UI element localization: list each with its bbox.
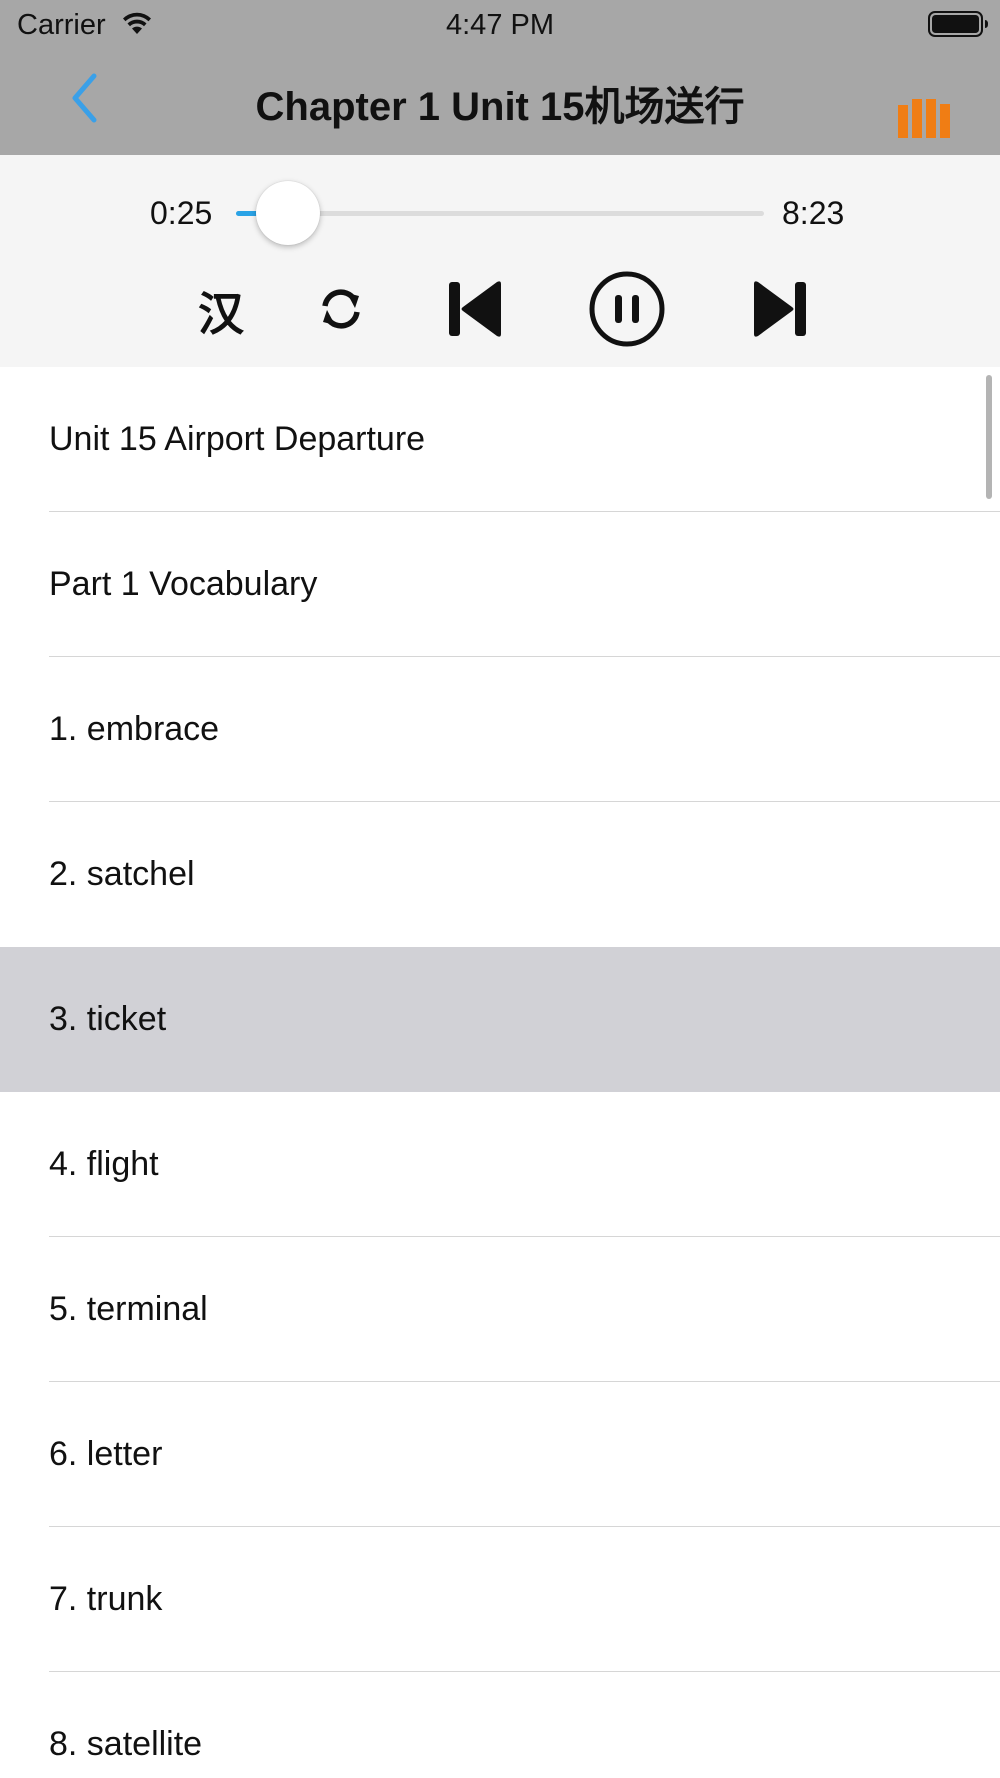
list-item-label: 2. satchel (49, 854, 195, 893)
current-time-label: 0:25 (150, 195, 213, 231)
playlist-button[interactable] (895, 88, 955, 138)
pause-icon (587, 269, 667, 354)
list-item[interactable]: 4. flight (0, 1092, 1000, 1237)
list-item-label: 4. flight (49, 1144, 159, 1183)
audio-player: 0:25 8:23 汉 (0, 155, 1000, 367)
repeat-icon (319, 287, 363, 336)
list-item[interactable]: 6. letter (0, 1382, 1000, 1527)
list-item-label: Part 1 Vocabulary (49, 564, 318, 603)
list-item-label: 8. satellite (49, 1724, 203, 1763)
pause-button[interactable] (583, 267, 671, 355)
next-button[interactable] (745, 273, 815, 349)
app-screen: Carrier 4:47 PM Chapter 1 Unit 15机场送行 0:… (0, 0, 1000, 1778)
list-item[interactable]: 8. satellite (0, 1672, 1000, 1778)
list-item-label: 3. ticket (49, 999, 167, 1038)
list-item-label: 5. terminal (49, 1289, 208, 1328)
clock-label: 4:47 PM (446, 9, 554, 41)
navigation-bar: Chapter 1 Unit 15机场送行 (0, 50, 1000, 155)
previous-icon (447, 280, 503, 343)
list-item[interactable]: 1. embrace (0, 657, 1000, 802)
list-item[interactable]: 3. ticket (0, 947, 1000, 1092)
list-item-label: Unit 15 Airport Departure (49, 419, 426, 458)
list-item-label: 1. embrace (49, 709, 220, 748)
status-bar: Carrier 4:47 PM (0, 0, 1000, 50)
scrollbar[interactable] (986, 375, 992, 499)
list-item[interactable]: 7. trunk (0, 1527, 1000, 1672)
list-item-label: 6. letter (49, 1434, 163, 1473)
total-time-label: 8:23 (782, 195, 845, 231)
previous-button[interactable] (440, 273, 510, 349)
list-item[interactable]: 5. terminal (0, 1237, 1000, 1382)
chevron-left-icon (70, 73, 100, 128)
translate-button[interactable]: 汉 (192, 273, 250, 349)
list-item-label: 7. trunk (49, 1579, 163, 1618)
sentence-list[interactable]: Unit 15 Airport Departure Part 1 Vocabula… (0, 367, 1000, 1778)
page-title: Chapter 1 Unit 15机场送行 (255, 84, 745, 129)
back-button[interactable] (60, 70, 110, 130)
list-item[interactable]: Unit 15 Airport Departure (0, 367, 1000, 512)
next-icon (752, 280, 808, 343)
list-item[interactable]: Part 1 Vocabulary (0, 512, 1000, 657)
list-item[interactable]: 2. satchel (0, 802, 1000, 947)
progress-slider-thumb[interactable] (256, 181, 321, 245)
repeat-button[interactable] (312, 273, 370, 349)
battery-icon (928, 10, 990, 43)
